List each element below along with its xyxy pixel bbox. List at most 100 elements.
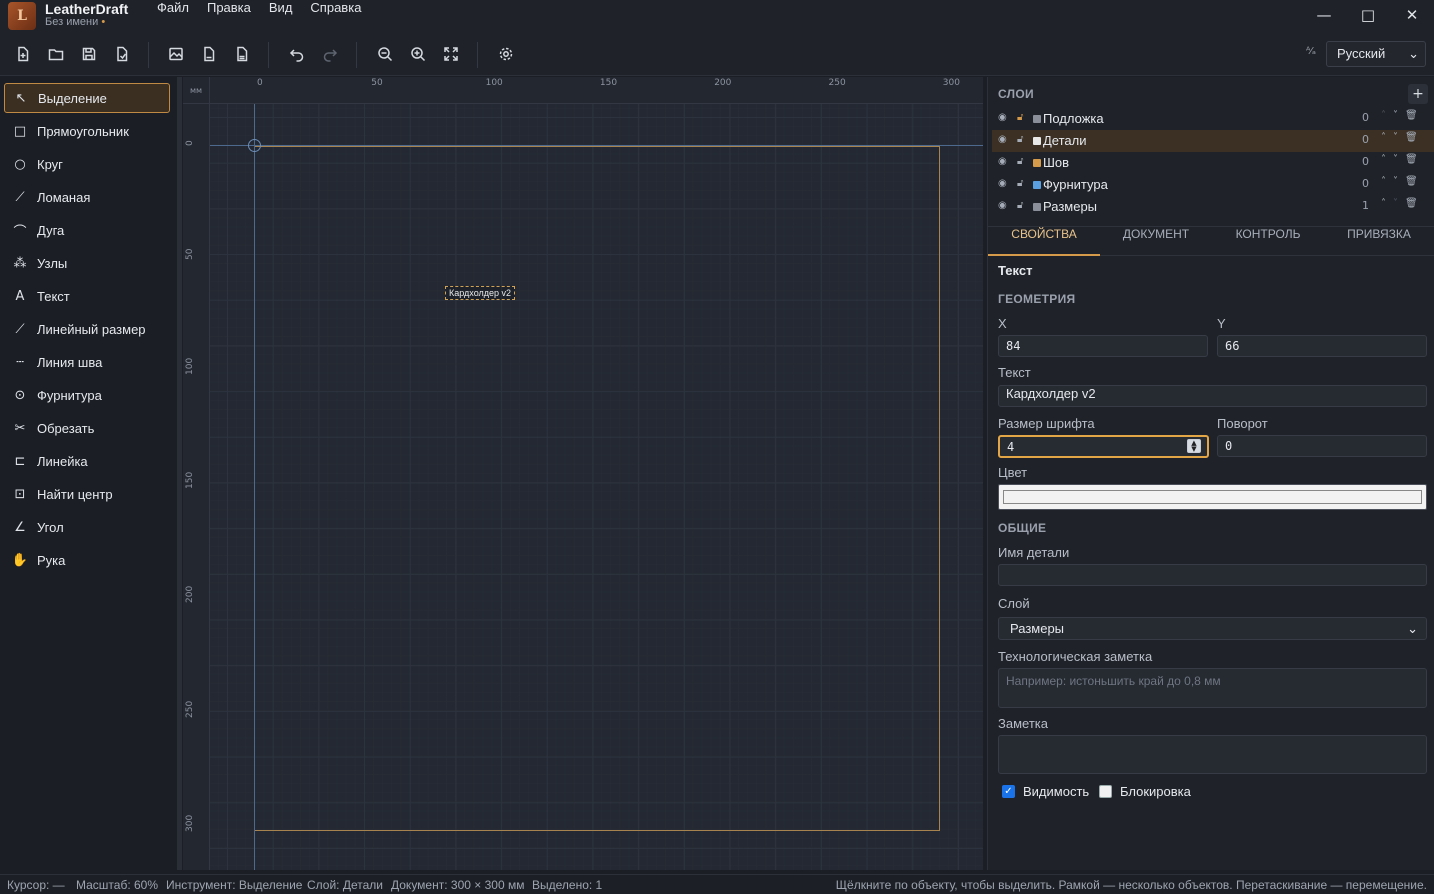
y-input[interactable]: 66: [1217, 335, 1427, 357]
language-select[interactable]: Русский ⌄: [1326, 41, 1426, 67]
add-layer-button[interactable]: +: [1408, 84, 1428, 104]
tab-control[interactable]: КОНТРОЛЬ: [1212, 227, 1324, 256]
find-center-icon: ⊡: [14, 486, 26, 502]
spinner-arrows-icon[interactable]: ▲ ▼: [1187, 439, 1201, 453]
layer-color-swatch: [1033, 203, 1041, 211]
text-input[interactable]: Кардхолдер v2: [998, 385, 1427, 407]
translate-icon: ᴬ⁄ₐ: [1306, 46, 1316, 57]
tool-dimension[interactable]: ⟋ Линейный размер: [4, 314, 170, 344]
move-up-icon[interactable]: ˄: [1381, 110, 1393, 121]
layer-row[interactable]: ◉ 🔓︎ Детали 0 ˄˅🗑︎: [992, 130, 1434, 152]
menu-view[interactable]: Вид: [260, 0, 302, 30]
eye-icon[interactable]: ◉: [998, 178, 1007, 189]
layer-row[interactable]: ◉ 🔓︎ Размеры 1 ˄˅🗑︎: [992, 196, 1434, 218]
ruler-top[interactable]: 0 50 100 150 200 250 300: [210, 77, 983, 104]
tool-ruler[interactable]: ⊏ Линейка: [4, 446, 170, 476]
minimize-button[interactable]: —: [1302, 0, 1346, 30]
canvas-area[interactable]: Кардхолдер v2 0 50 100 150 200 250 300 0 50 100 1…: [183, 77, 983, 870]
tool-arc[interactable]: ⌒ Дуга: [4, 215, 170, 245]
move-down-icon[interactable]: ˅: [1393, 132, 1405, 143]
export-svg-button[interactable]: [231, 43, 253, 65]
ruler-left-tick: 250: [185, 700, 195, 718]
save-as-button[interactable]: [111, 43, 133, 65]
visibility-checkbox[interactable]: ✓: [1002, 785, 1015, 798]
tool-text[interactable]: A Текст: [4, 281, 170, 311]
x-input[interactable]: 84: [998, 335, 1208, 357]
lock-checkbox[interactable]: [1099, 785, 1112, 798]
tool-rectangle[interactable]: □ Прямоугольник: [4, 116, 170, 146]
menu-bar: Файл Правка Вид Справка: [148, 0, 370, 30]
move-up-icon[interactable]: ˄: [1381, 198, 1393, 209]
trash-icon[interactable]: 🗑︎: [1405, 198, 1425, 209]
lock-icon[interactable]: 🔓︎: [1017, 112, 1023, 123]
redo-button[interactable]: [319, 43, 341, 65]
menu-file[interactable]: Файл: [148, 0, 198, 30]
layer-select[interactable]: Размеры ⌄: [998, 617, 1427, 640]
export-pdf-button[interactable]: [198, 43, 220, 65]
layer-row[interactable]: ◉ 🔓︎ Фурнитура 0 ˄˅🗑︎: [992, 174, 1434, 196]
move-up-icon[interactable]: ˄: [1381, 176, 1393, 187]
canvas-text-object[interactable]: Кардхолдер v2: [445, 286, 516, 300]
tool-scissors[interactable]: ✂ Обрезать: [4, 413, 170, 443]
lock-icon[interactable]: 🔓︎: [1017, 178, 1023, 189]
font-size-input[interactable]: 4 ▲ ▼: [998, 435, 1209, 458]
layers-title: СЛОИ: [998, 87, 1034, 101]
fit-view-button[interactable]: [440, 43, 462, 65]
eye-icon[interactable]: ◉: [998, 200, 1007, 211]
trash-icon[interactable]: 🗑︎: [1405, 132, 1425, 143]
color-picker[interactable]: [998, 484, 1427, 510]
trash-icon[interactable]: 🗑︎: [1405, 110, 1425, 121]
tool-find-center[interactable]: ⊡ Найти центр: [4, 479, 170, 509]
tech-note-label: Технологическая заметка: [998, 649, 1153, 664]
settings-button[interactable]: [495, 43, 517, 65]
zoom-out-button[interactable]: [374, 43, 396, 65]
new-file-button[interactable]: [12, 43, 34, 65]
layer-name: Детали: [1043, 133, 1087, 148]
move-down-icon[interactable]: ˅: [1393, 154, 1405, 165]
lock-icon[interactable]: 🔓︎: [1017, 134, 1023, 145]
menu-edit[interactable]: Правка: [198, 0, 260, 30]
layer-row[interactable]: ◉ 🔓︎ Шов 0 ˄˅🗑︎: [992, 152, 1434, 174]
tech-note-textarea[interactable]: Например: истоньшить край до 0,8 мм: [998, 668, 1427, 708]
tool-polyline[interactable]: ⟋ Ломаная: [4, 182, 170, 212]
zoom-in-button[interactable]: [407, 43, 429, 65]
close-button[interactable]: ✕: [1390, 0, 1434, 30]
move-down-icon[interactable]: ˅: [1393, 110, 1405, 121]
tool-hand[interactable]: ✋ Рука: [4, 545, 170, 575]
lock-icon[interactable]: 🔓︎: [1017, 156, 1023, 167]
tab-document[interactable]: ДОКУМЕНТ: [1100, 227, 1212, 256]
panel-splitter[interactable]: [178, 77, 182, 870]
status-selected: Выделено: 1: [532, 878, 603, 892]
maximize-button[interactable]: □: [1346, 0, 1390, 30]
part-name-input[interactable]: [998, 564, 1427, 586]
layer-color-swatch: [1033, 137, 1041, 145]
move-down-icon[interactable]: ˅: [1393, 176, 1405, 187]
menu-help[interactable]: Справка: [301, 0, 370, 30]
move-up-icon[interactable]: ˄: [1381, 154, 1393, 165]
tool-seam-line[interactable]: ┄ Линия шва: [4, 347, 170, 377]
layer-row[interactable]: ◉ 🔓︎ Подложка 0 ˄˅🗑︎: [992, 108, 1434, 130]
eye-icon[interactable]: ◉: [998, 134, 1007, 145]
eye-icon[interactable]: ◉: [998, 156, 1007, 167]
note-textarea[interactable]: [998, 735, 1427, 774]
tool-angle[interactable]: ∠ Угол: [4, 512, 170, 542]
tool-circle[interactable]: ○ Круг: [4, 149, 170, 179]
tool-hardware[interactable]: ⊙ Фурнитура: [4, 380, 170, 410]
ruler-left[interactable]: 0 50 100 150 200 250 300: [183, 104, 210, 870]
tool-nodes[interactable]: ⁂ Узлы: [4, 248, 170, 278]
tab-properties[interactable]: СВОЙСТВА: [988, 227, 1100, 256]
open-button[interactable]: [45, 43, 67, 65]
tool-cursor[interactable]: ↖ Выделение: [4, 83, 170, 113]
move-down-icon[interactable]: ˅: [1393, 198, 1405, 209]
app-logo-icon: L: [8, 2, 36, 30]
eye-icon[interactable]: ◉: [998, 112, 1007, 123]
rotation-input[interactable]: 0: [1217, 435, 1427, 457]
save-button[interactable]: [78, 43, 100, 65]
export-image-button[interactable]: [165, 43, 187, 65]
move-up-icon[interactable]: ˄: [1381, 132, 1393, 143]
undo-button[interactable]: [286, 43, 308, 65]
trash-icon[interactable]: 🗑︎: [1405, 154, 1425, 165]
tab-snapping[interactable]: ПРИВЯЗКА: [1324, 227, 1434, 256]
lock-icon[interactable]: 🔓︎: [1017, 200, 1023, 211]
trash-icon[interactable]: 🗑︎: [1405, 176, 1425, 187]
